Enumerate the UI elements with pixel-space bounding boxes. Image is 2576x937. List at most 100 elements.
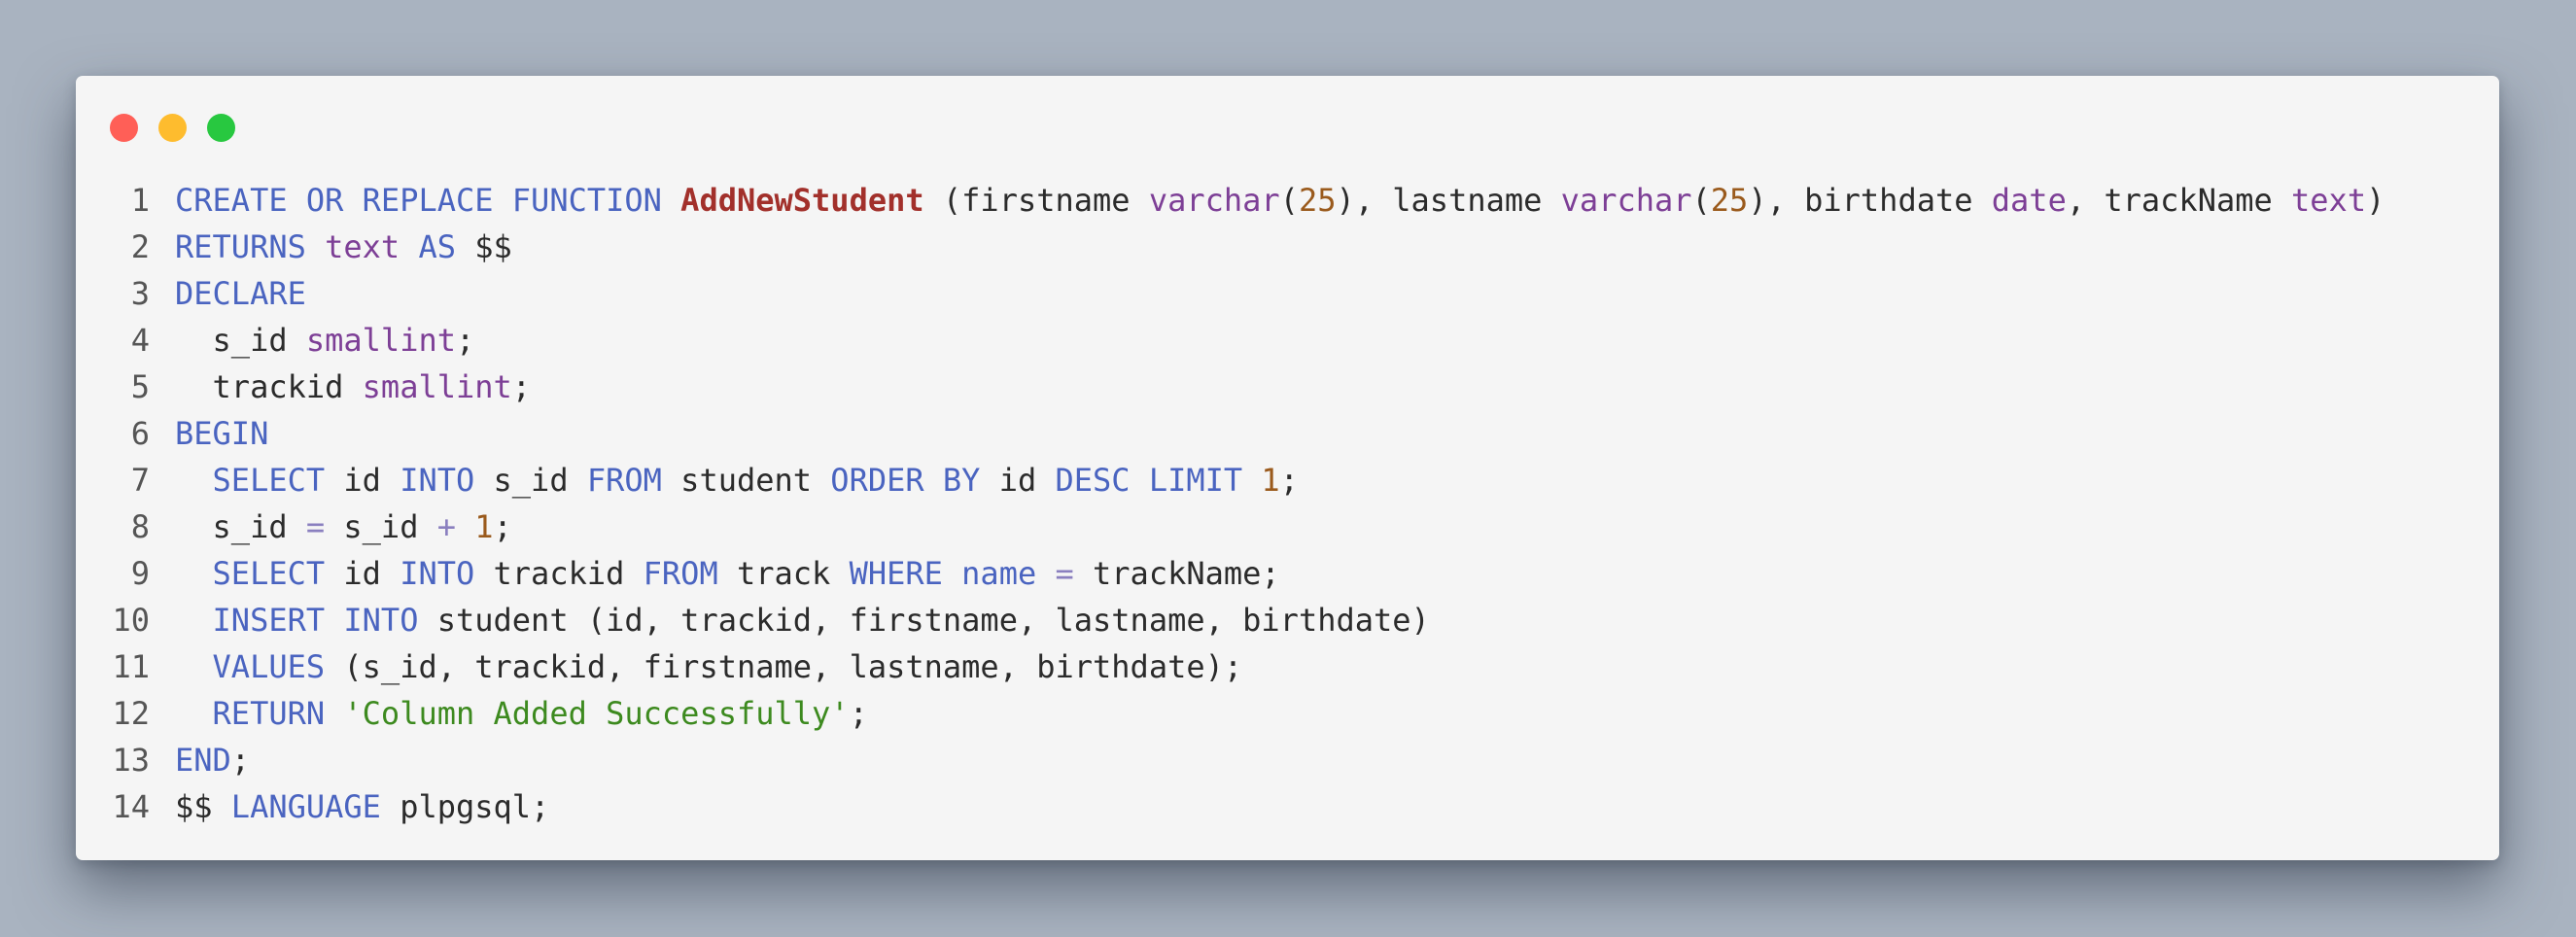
code-token: $$ <box>175 788 231 825</box>
code-token: FROM <box>586 462 662 499</box>
code-window: 1 CREATE OR REPLACE FUNCTION AddNewStuden… <box>76 76 2499 860</box>
line-number: 7 <box>130 462 150 499</box>
code-token: ), lastname <box>1336 182 1561 219</box>
line-number: 3 <box>130 275 150 312</box>
code-token: smallint <box>362 368 512 405</box>
code-line-text: INSERT INTO student (id, trackid, firstn… <box>175 597 1430 643</box>
code-token: trackName; <box>1073 555 1280 592</box>
code-token: varchar <box>1148 182 1280 219</box>
line-number: 6 <box>130 415 150 452</box>
code-token: WHERE <box>849 555 943 592</box>
maximize-window-icon[interactable] <box>207 114 235 142</box>
code-token: s_id <box>175 508 306 545</box>
close-window-icon[interactable] <box>110 114 138 142</box>
code-token: + <box>436 508 456 545</box>
code-token: RETURNS <box>175 228 306 265</box>
code-token: CREATE OR REPLACE FUNCTION <box>175 182 662 219</box>
line-number: 13 <box>112 742 150 779</box>
code-line: 1 CREATE OR REPLACE FUNCTION AddNewStuden… <box>76 177 2499 224</box>
code-line: 4 s_id smallint; <box>76 317 2499 364</box>
code-token: ; <box>493 508 512 545</box>
code-token: LANGUAGE <box>230 788 381 825</box>
code-line-text: SELECT id INTO trackid FROM track WHERE … <box>175 550 1280 597</box>
line-number: 1 <box>130 182 150 219</box>
line-number: 8 <box>130 508 150 545</box>
code-line: 5 trackid smallint; <box>76 364 2499 410</box>
code-line: 2 RETURNS text AS $$ <box>76 224 2499 270</box>
line-number: 4 <box>130 322 150 359</box>
code-token: id <box>980 462 1056 499</box>
code-token: trackid <box>474 555 644 592</box>
code-token: plpgsql; <box>380 788 550 825</box>
code-line: 9 SELECT id INTO trackid FROM track WHER… <box>76 550 2499 597</box>
code-line: 3 DECLARE <box>76 270 2499 317</box>
code-token: 25 <box>1298 182 1337 219</box>
code-token: VALUES <box>212 648 326 685</box>
line-number: 11 <box>112 648 150 685</box>
code-line: 13 END; <box>76 737 2499 783</box>
code-token: 1 <box>474 508 494 545</box>
code-line-text: SELECT id INTO s_id FROM student ORDER B… <box>175 457 1299 503</box>
code-line-text: VALUES (s_id, trackid, firstname, lastna… <box>175 643 1243 690</box>
code-token: SELECT <box>212 462 326 499</box>
code-token: s_id <box>325 508 437 545</box>
code-token: FROM <box>643 555 718 592</box>
code-line-text: trackid smallint; <box>175 364 532 410</box>
code-token: BEGIN <box>175 415 269 452</box>
code-line-text: BEGIN <box>175 410 268 457</box>
code-line: 6 BEGIN <box>76 410 2499 457</box>
line-number: 2 <box>130 228 150 265</box>
code-token: 'Column Added Successfully' <box>343 695 850 732</box>
code-token: smallint <box>305 322 456 359</box>
code-block: 1 CREATE OR REPLACE FUNCTION AddNewStuden… <box>76 177 2499 830</box>
line-number: 12 <box>112 695 150 732</box>
code-token: ), birthdate <box>1748 182 1992 219</box>
code-token: ( <box>1691 182 1711 219</box>
code-token: track <box>717 555 850 592</box>
code-line: 8 s_id = s_id + 1; <box>76 503 2499 550</box>
code-token: , trackName <box>2066 182 2292 219</box>
code-token: ORDER BY <box>830 462 981 499</box>
code-line-text: END; <box>175 737 250 783</box>
code-token: INSERT INTO <box>212 602 419 639</box>
code-token: text <box>2291 182 2367 219</box>
code-token: varchar <box>1560 182 1692 219</box>
code-token: ; <box>1279 462 1299 499</box>
code-token: s_id <box>474 462 587 499</box>
code-token: date <box>1991 182 2067 219</box>
code-token: = <box>1055 555 1074 592</box>
line-number: 10 <box>112 602 150 639</box>
code-token: END <box>175 742 231 779</box>
line-number: 5 <box>130 368 150 405</box>
code-line-text: s_id = s_id + 1; <box>175 503 512 550</box>
code-line-text: $$ LANGUAGE plpgsql; <box>175 783 549 830</box>
code-token: ; <box>511 368 532 405</box>
window-titlebar <box>76 76 2499 169</box>
code-token: SELECT <box>212 555 326 592</box>
line-number: 14 <box>112 788 150 825</box>
code-token: DESC LIMIT <box>1055 462 1243 499</box>
code-token: trackid <box>175 368 363 405</box>
code-token: student <box>661 462 831 499</box>
code-token: ; <box>230 742 251 779</box>
code-token: (firstname <box>923 182 1149 219</box>
code-line-text: RETURNS text AS $$ <box>175 224 512 270</box>
code-token: 1 <box>1261 462 1280 499</box>
minimize-window-icon[interactable] <box>158 114 187 142</box>
code-token: name <box>961 555 1037 592</box>
code-line: 14 $$ LANGUAGE plpgsql; <box>76 783 2499 830</box>
code-token: id <box>325 555 400 592</box>
code-token: ( <box>1279 182 1299 219</box>
code-line: 12 RETURN 'Column Added Successfully'; <box>76 690 2499 737</box>
code-token: INTO <box>400 555 475 592</box>
